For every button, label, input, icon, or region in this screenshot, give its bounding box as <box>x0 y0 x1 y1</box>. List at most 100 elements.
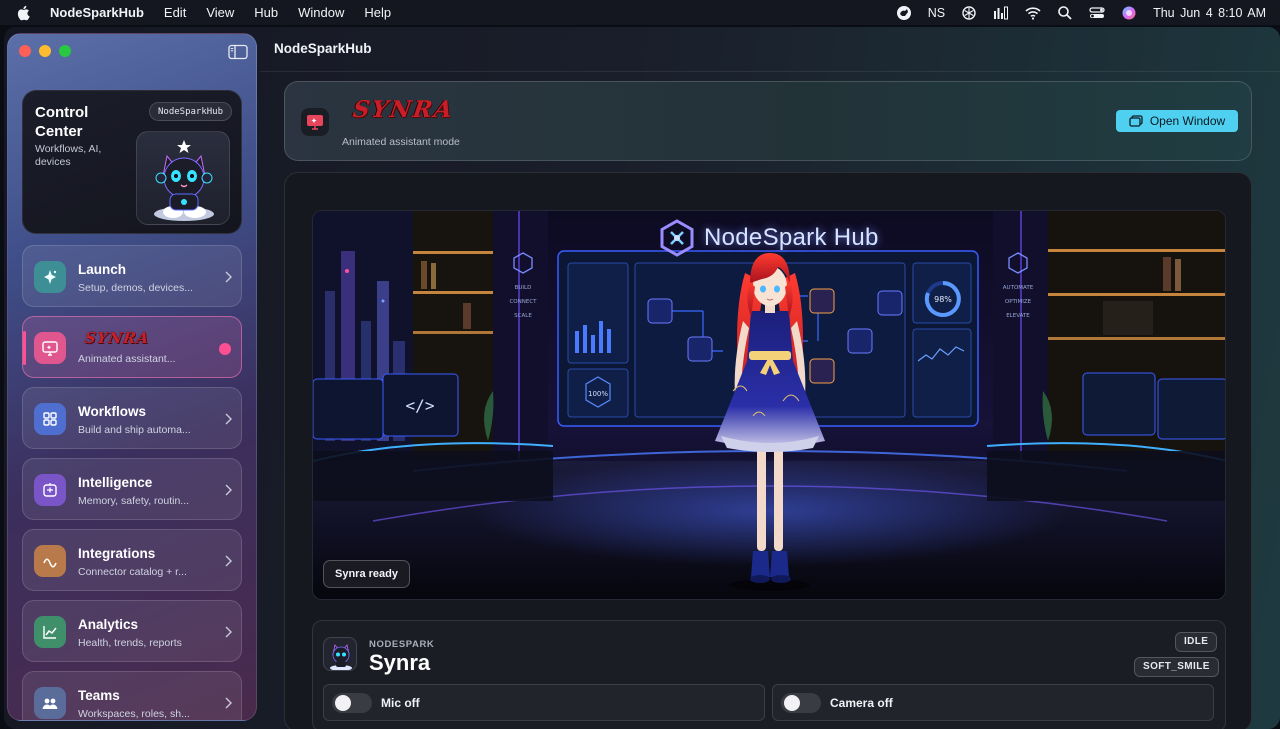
wall-label-scale: SCALE <box>514 313 532 319</box>
sidebar-item-title: Analytics <box>78 617 139 632</box>
titlebar-divider <box>260 71 1280 72</box>
monitor-icon <box>34 332 66 364</box>
close-window-button[interactable] <box>19 45 31 57</box>
synra-logo-text: SYNRA <box>83 329 151 347</box>
brain-icon <box>34 474 66 506</box>
menu-app-name[interactable]: NodeSparkHub <box>50 5 144 20</box>
open-window-button[interactable]: Open Window <box>1116 110 1238 132</box>
sidebar-item-subtitle: Connector catalog + r... <box>78 566 187 578</box>
wall-label-optimize: OPTIMIZE <box>1005 299 1032 305</box>
monitor-icon <box>301 108 329 136</box>
nodespark-logo-icon <box>660 219 694 257</box>
control-center-subtitle: Workflows, AI, devices <box>35 143 102 168</box>
wall-label-elevate: ELEVATE <box>1006 313 1030 319</box>
sidebar-item-title: Integrations <box>78 546 156 561</box>
camera-toggle-row[interactable]: Camera off <box>772 684 1214 721</box>
chevron-right-icon <box>225 697 232 709</box>
character-name: Synra <box>369 650 431 675</box>
sidebar-item-title: Intelligence <box>78 475 153 490</box>
chevron-right-icon <box>225 484 232 496</box>
open-window-label: Open Window <box>1149 114 1226 128</box>
screen-percent-right: 98% <box>934 295 952 304</box>
character-org: NODESPARK <box>369 639 435 650</box>
sidebar-item-title: Workflows <box>78 404 147 419</box>
sidebar-toggle-icon[interactable] <box>228 44 248 60</box>
chevron-right-icon <box>225 555 232 567</box>
sidebar-item-title: Teams <box>78 688 120 703</box>
chevron-right-icon <box>225 271 232 283</box>
synra-header-card: SYNRA Animated assistant mode Open Windo… <box>284 81 1252 161</box>
sidebar-item-subtitle: Memory, safety, routin... <box>78 495 190 507</box>
sidebar-item-subtitle: Health, trends, reports <box>78 637 182 649</box>
growl-icon[interactable] <box>896 5 912 21</box>
wall-label-automate: AUTOMATE <box>1003 285 1034 291</box>
mic-label: Mic off <box>381 696 420 710</box>
sidebar-item-intelligence[interactable]: Intelligence Memory, safety, routin... <box>22 458 242 520</box>
page-title: NodeSparkHub <box>274 41 372 56</box>
people-icon <box>34 687 66 719</box>
openai-icon[interactable] <box>961 5 977 21</box>
chevron-right-icon <box>225 626 232 638</box>
mascot-cat-image <box>136 131 230 225</box>
sidebar-item-teams[interactable]: Teams Workspaces, roles, sh... <box>22 671 242 720</box>
control-center-icon[interactable] <box>1089 5 1105 21</box>
wall-label-connect: CONNECT <box>509 299 537 305</box>
menu-bar: NodeSparkHub Edit View Hub Window Help N… <box>0 0 1280 25</box>
stage-brand-text: NodeSpark Hub <box>704 224 879 251</box>
camera-toggle[interactable] <box>781 693 821 713</box>
assistant-stage-card: 100% 98% BUILD CONNECT SCALE AUTOMATE OP… <box>284 172 1252 729</box>
expression-badge: SOFT_SMILE <box>1134 657 1219 677</box>
chevron-right-icon <box>225 413 232 425</box>
sidebar-item-subtitle: Setup, demos, devices... <box>78 282 193 294</box>
sidebar-item-launch[interactable]: Launch Setup, demos, devices... <box>22 245 242 307</box>
zoom-window-button[interactable] <box>59 45 71 57</box>
menu-hub[interactable]: Hub <box>254 5 278 20</box>
code-icon: </> <box>406 396 435 415</box>
camera-label: Camera off <box>830 696 893 710</box>
sparkle-icon <box>34 261 66 293</box>
avatar <box>323 637 357 671</box>
connector-icon <box>34 545 66 577</box>
stage-scene: 100% 98% BUILD CONNECT SCALE AUTOMATE OP… <box>313 211 1225 599</box>
control-center-title: Control Center <box>35 104 89 140</box>
status-chip: Synra ready <box>323 560 410 588</box>
status-ns-text[interactable]: NS <box>928 6 945 20</box>
apple-icon[interactable] <box>16 5 30 21</box>
state-badge: IDLE <box>1175 632 1218 652</box>
sidebar: Control Center Workflows, AI, devices No… <box>7 33 257 721</box>
sidebar-item-subtitle: Build and ship automa... <box>78 424 191 436</box>
mic-toggle-row[interactable]: Mic off <box>323 684 765 721</box>
control-center-card[interactable]: Control Center Workflows, AI, devices No… <box>22 90 242 234</box>
app-window: Control Center Workflows, AI, devices No… <box>4 27 1280 729</box>
window-icon <box>1129 115 1143 127</box>
search-icon[interactable] <box>1057 5 1073 21</box>
stage-brand-sign: NodeSpark Hub <box>658 218 898 258</box>
minimize-window-button[interactable] <box>39 45 51 57</box>
sidebar-item-synra[interactable]: SYNRA Animated assistant... <box>22 316 242 378</box>
sidebar-item-analytics[interactable]: Analytics Health, trends, reports <box>22 600 242 662</box>
wifi-icon[interactable] <box>1025 5 1041 21</box>
sidebar-item-subtitle: Workspaces, roles, sh... <box>78 708 190 720</box>
siri-icon[interactable] <box>1121 5 1137 21</box>
stats-icon[interactable] <box>993 5 1009 21</box>
menu-edit[interactable]: Edit <box>164 5 186 20</box>
active-indicator-dot <box>219 343 231 355</box>
menu-view[interactable]: View <box>206 5 234 20</box>
window-controls <box>19 45 79 57</box>
menu-clock[interactable]: Thu Jun 4 8:10 AM <box>1153 6 1266 20</box>
sidebar-item-workflows[interactable]: Workflows Build and ship automa... <box>22 387 242 449</box>
mic-toggle[interactable] <box>332 693 372 713</box>
sidebar-item-integrations[interactable]: Integrations Connector catalog + r... <box>22 529 242 591</box>
sidebar-item-title: Launch <box>78 262 127 277</box>
grid-icon <box>34 403 66 435</box>
avatar-stage-viewport[interactable]: 100% 98% BUILD CONNECT SCALE AUTOMATE OP… <box>312 210 1226 600</box>
menu-window[interactable]: Window <box>298 5 344 20</box>
header-subtitle: Animated assistant mode <box>342 136 460 148</box>
character-panel: NODESPARK Synra IDLE SOFT_SMILE Mic off … <box>312 620 1226 729</box>
menu-help[interactable]: Help <box>364 5 391 20</box>
synra-logo-text: SYNRA <box>351 96 456 123</box>
sidebar-item-subtitle: Animated assistant... <box>78 353 176 365</box>
chart-icon <box>34 616 66 648</box>
screen-percent-left: 100% <box>588 390 608 398</box>
app-badge: NodeSparkHub <box>149 102 233 121</box>
